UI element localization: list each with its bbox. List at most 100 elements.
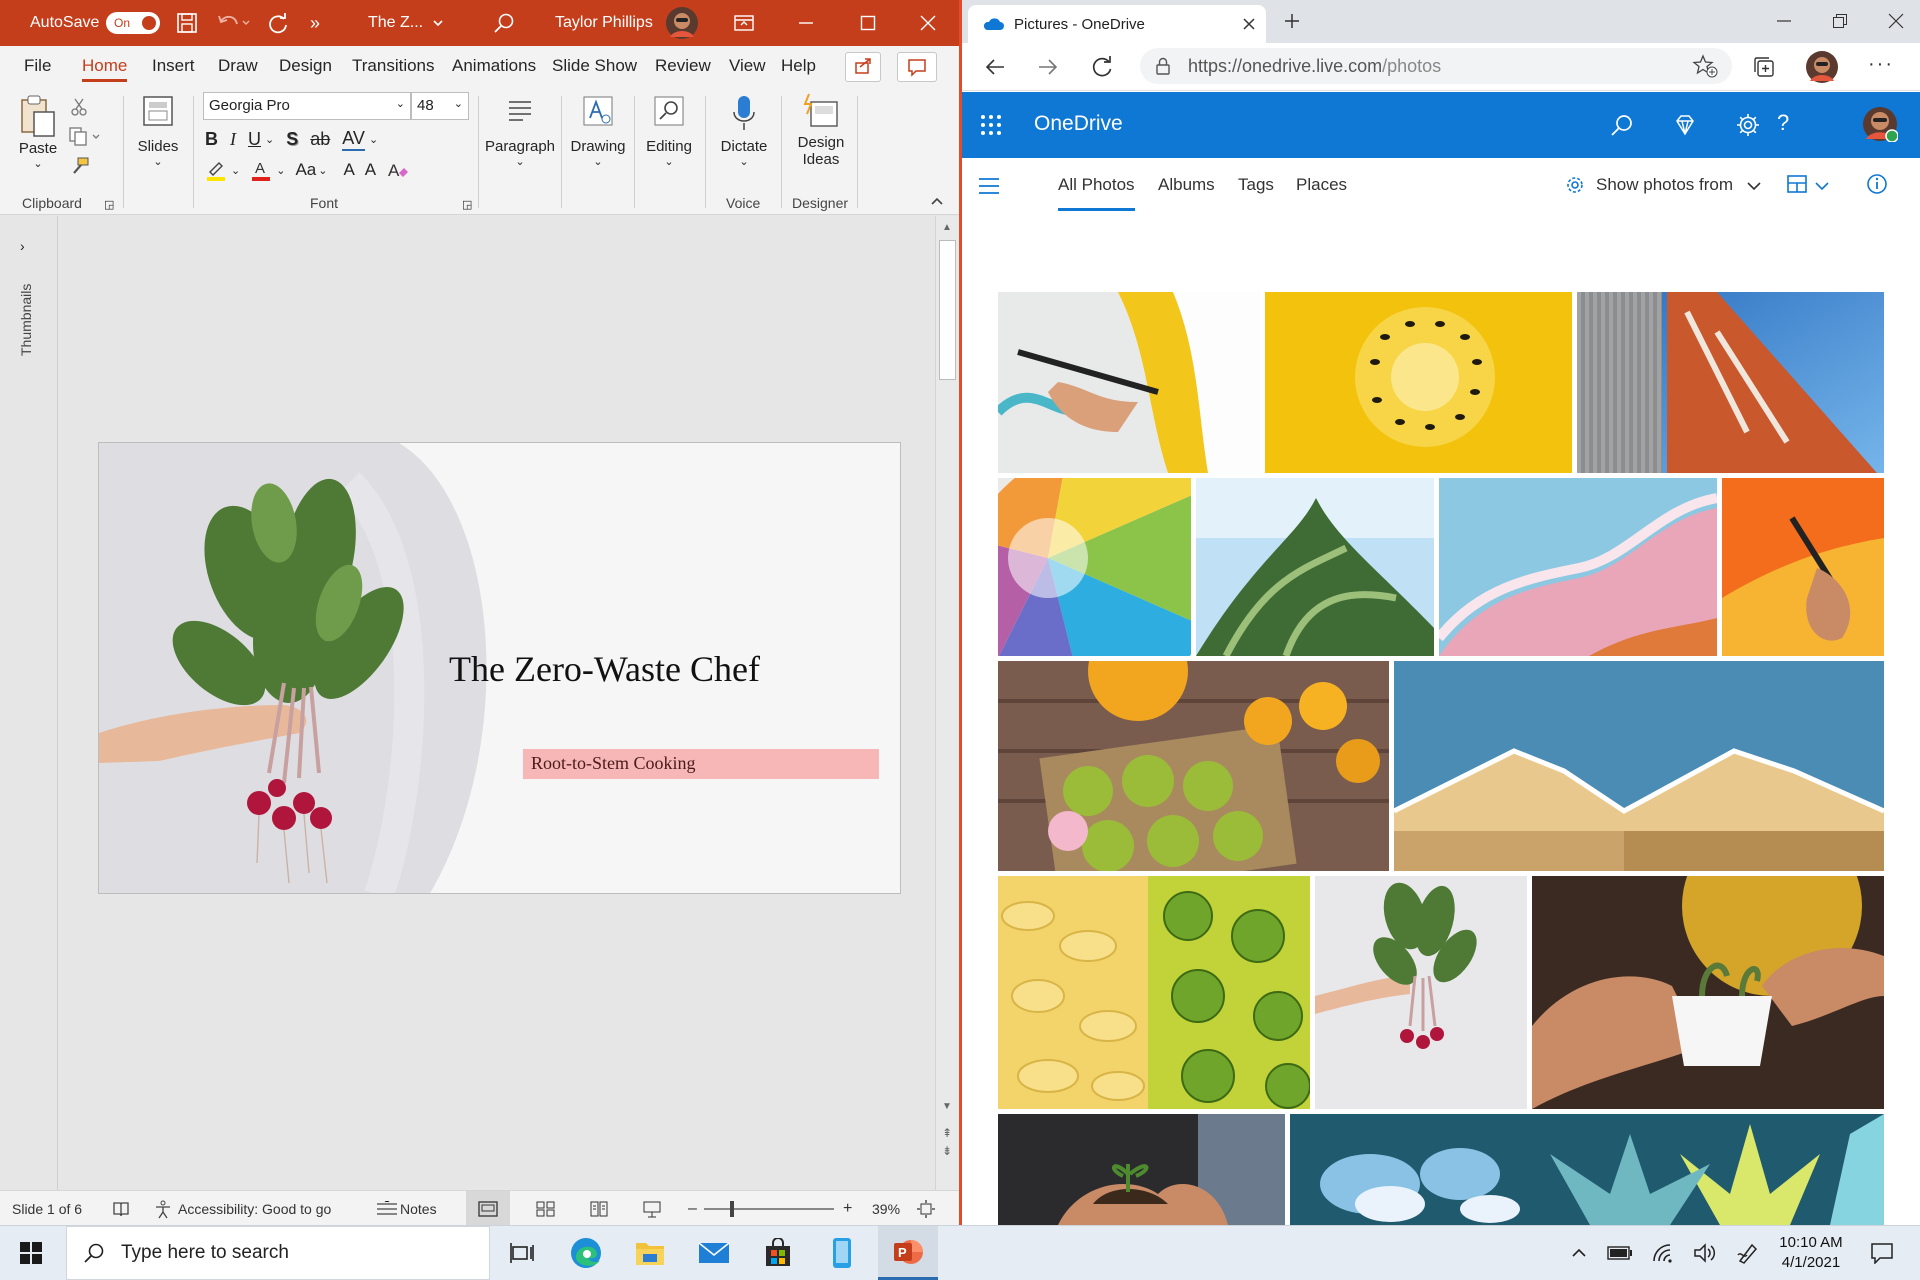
paste-button[interactable]: Paste ⌄ bbox=[10, 94, 66, 170]
photo-pink-wave[interactable] bbox=[1439, 478, 1717, 656]
forward-icon[interactable] bbox=[1037, 56, 1059, 78]
slide[interactable]: The Zero-Waste Chef Root-to-Stem Cooking bbox=[98, 442, 901, 894]
avatar[interactable] bbox=[666, 0, 698, 46]
bold-button[interactable]: B bbox=[205, 129, 218, 150]
pen-workspace-icon[interactable] bbox=[1732, 1226, 1764, 1280]
slide-subtitle[interactable]: Root-to-Stem Cooking bbox=[523, 749, 879, 779]
change-case-button[interactable]: Aa bbox=[295, 160, 316, 180]
task-view-icon[interactable] bbox=[496, 1226, 548, 1280]
onedrive-title[interactable]: OneDrive bbox=[1034, 112, 1123, 136]
notifications-icon[interactable] bbox=[1862, 1226, 1902, 1280]
slide-title[interactable]: The Zero-Waste Chef bbox=[449, 648, 760, 690]
phone-link-icon[interactable] bbox=[816, 1226, 868, 1280]
design-ideas-button[interactable]: Design Ideas bbox=[786, 92, 856, 168]
document-title[interactable]: The Z... bbox=[368, 0, 423, 46]
wifi-icon[interactable] bbox=[1648, 1226, 1678, 1280]
accessibility-status[interactable]: Accessibility: Good to go bbox=[178, 1191, 331, 1225]
spacing-dropdown-icon[interactable]: ⌄ bbox=[369, 133, 378, 146]
premium-diamond-icon[interactable] bbox=[1673, 113, 1697, 137]
photo-citrus-crate[interactable] bbox=[998, 661, 1389, 871]
underline-dropdown-icon[interactable]: ⌄ bbox=[265, 133, 274, 146]
title-dropdown-icon[interactable] bbox=[432, 0, 444, 46]
clock[interactable]: 10:10 AM 4/1/2021 bbox=[1770, 1226, 1852, 1280]
save-icon[interactable] bbox=[176, 0, 198, 46]
photo-dried-fruit[interactable] bbox=[998, 876, 1310, 1109]
previous-slide-icon[interactable]: ⇞ bbox=[942, 1126, 952, 1140]
mail-icon[interactable] bbox=[688, 1226, 740, 1280]
photo-pen-hand[interactable] bbox=[998, 292, 1260, 473]
tab-file[interactable]: File bbox=[24, 56, 51, 82]
photo-building-orange[interactable] bbox=[1577, 292, 1884, 473]
underline-button[interactable]: U bbox=[248, 129, 261, 150]
drawing-button[interactable]: Drawing ⌄ bbox=[564, 94, 632, 168]
normal-view-button[interactable] bbox=[466, 1191, 510, 1225]
accessibility-icon[interactable] bbox=[152, 1191, 174, 1225]
search-icon[interactable] bbox=[493, 0, 515, 46]
slide-show-icon[interactable] bbox=[642, 1191, 662, 1225]
shrink-font-button[interactable]: A bbox=[365, 160, 376, 180]
close-tab-icon[interactable] bbox=[1242, 17, 1256, 31]
profile-avatar[interactable] bbox=[1806, 51, 1838, 83]
fit-to-window-icon[interactable] bbox=[916, 1191, 936, 1225]
paragraph-button[interactable]: Paragraph ⌄ bbox=[482, 94, 558, 168]
tab-view[interactable]: View bbox=[729, 56, 766, 82]
highlighter-icon[interactable] bbox=[205, 158, 227, 182]
more-commands-icon[interactable]: » bbox=[310, 0, 320, 46]
back-icon[interactable] bbox=[984, 56, 1006, 78]
info-icon[interactable] bbox=[1866, 173, 1888, 195]
hamburger-menu-icon[interactable] bbox=[978, 177, 1000, 195]
autosave-toggle[interactable]: On bbox=[106, 0, 160, 46]
undo-icon[interactable] bbox=[216, 0, 250, 46]
copy-icon[interactable] bbox=[68, 126, 102, 146]
layout-view-icon[interactable] bbox=[1786, 173, 1808, 195]
next-slide-icon[interactable]: ⇟ bbox=[942, 1144, 952, 1158]
battery-icon[interactable] bbox=[1604, 1226, 1636, 1280]
powerpoint-taskbar-icon[interactable]: P bbox=[878, 1226, 938, 1280]
character-spacing-button[interactable]: AV bbox=[342, 128, 365, 151]
zoom-in-button[interactable]: + bbox=[843, 1191, 852, 1225]
file-explorer-icon[interactable] bbox=[624, 1226, 676, 1280]
slide-sorter-icon[interactable] bbox=[536, 1191, 556, 1225]
reading-view-icon[interactable] bbox=[589, 1191, 609, 1225]
show-photos-from-button[interactable]: Show photos from bbox=[1596, 175, 1733, 195]
settings-gear-icon[interactable] bbox=[1736, 113, 1760, 137]
shadow-button[interactable]: S bbox=[286, 129, 298, 150]
edge-taskbar-icon[interactable] bbox=[560, 1226, 612, 1280]
photo-radish-bunch[interactable] bbox=[1315, 876, 1527, 1109]
show-photos-dropdown-icon[interactable] bbox=[1746, 180, 1762, 192]
font-size-dropdown-icon[interactable]: ⌄ bbox=[454, 97, 463, 110]
tab-pictures-onedrive[interactable]: Pictures - OneDrive bbox=[968, 5, 1266, 43]
photo-cactus[interactable] bbox=[1196, 478, 1434, 656]
filter-gear-icon[interactable] bbox=[1564, 174, 1586, 196]
tab-draw[interactable]: Draw bbox=[218, 56, 258, 82]
add-favorite-icon[interactable] bbox=[1692, 54, 1718, 78]
tab-animations[interactable]: Animations bbox=[452, 56, 536, 82]
close-icon[interactable] bbox=[920, 0, 936, 46]
tab-design[interactable]: Design bbox=[279, 56, 332, 82]
comments-button[interactable] bbox=[897, 52, 937, 82]
photo-kiwi-yellow[interactable] bbox=[1265, 292, 1572, 473]
tab-insert[interactable]: Insert bbox=[152, 56, 195, 82]
start-button[interactable] bbox=[0, 1226, 62, 1280]
slides-button[interactable]: Slides ⌄ bbox=[133, 94, 183, 168]
tab-slide-show[interactable]: Slide Show bbox=[552, 56, 637, 82]
photo-color-wheel[interactable] bbox=[998, 478, 1191, 656]
grow-font-button[interactable]: A bbox=[343, 160, 354, 180]
expand-thumbnails-icon[interactable]: › bbox=[20, 238, 25, 254]
scroll-thumb[interactable] bbox=[939, 240, 956, 380]
refresh-icon[interactable] bbox=[1090, 55, 1114, 79]
collections-icon[interactable] bbox=[1752, 55, 1776, 79]
scroll-up-icon[interactable]: ▲ bbox=[942, 222, 952, 233]
minimize-icon[interactable] bbox=[798, 0, 814, 46]
url-field[interactable]: https://onedrive.live.com/photos bbox=[1140, 48, 1732, 84]
zoom-level[interactable]: 39% bbox=[872, 1191, 900, 1225]
show-hidden-icons[interactable] bbox=[1564, 1226, 1594, 1280]
photo-seedling-soil[interactable] bbox=[998, 1114, 1285, 1225]
tab-transitions[interactable]: Transitions bbox=[352, 56, 435, 82]
redo-icon[interactable] bbox=[266, 0, 290, 46]
taskbar-search-box[interactable]: Type here to search bbox=[66, 1226, 490, 1280]
edge-restore-icon[interactable] bbox=[1832, 13, 1848, 29]
photo-paint-roller[interactable] bbox=[1722, 478, 1884, 656]
tab-places[interactable]: Places bbox=[1296, 175, 1347, 195]
user-name[interactable]: Taylor Phillips bbox=[555, 0, 653, 46]
